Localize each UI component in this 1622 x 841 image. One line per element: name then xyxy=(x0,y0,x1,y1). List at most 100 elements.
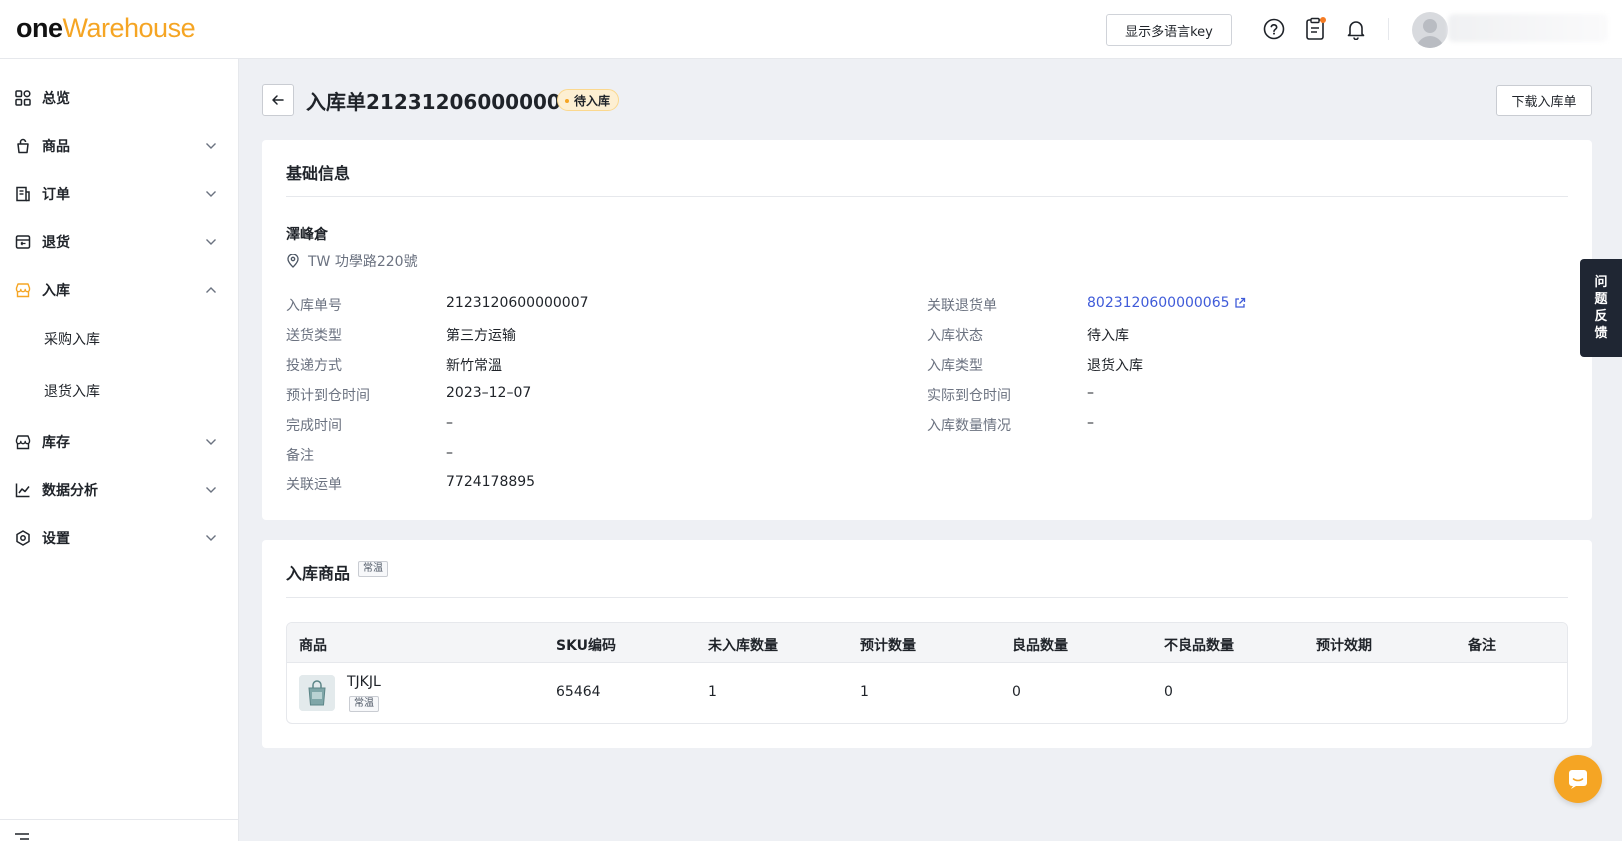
chevron-up-icon xyxy=(204,283,218,297)
basic-info-title: 基础信息 xyxy=(286,164,351,183)
sidebar-subitem-label: 退货入库 xyxy=(44,384,100,400)
warehouse-name: 澤峰倉 xyxy=(286,227,328,243)
receipt-icon xyxy=(14,185,32,203)
sidebar-item-inventory[interactable]: 库存 xyxy=(0,422,239,462)
sidebar-item-orders[interactable]: 订单 xyxy=(0,174,239,214)
sidebar-item-label: 商品 xyxy=(42,139,70,155)
app-logo[interactable]: oneWarehouse xyxy=(16,13,196,44)
show-lang-key-button[interactable]: 显示多语言key xyxy=(1106,14,1232,46)
field-value-expected-arrival: 2023–12–07 xyxy=(446,385,532,401)
temperature-tag: 常温 xyxy=(358,561,388,577)
user-avatar[interactable] xyxy=(1412,12,1448,48)
field-label-delivery-type: 送货类型 xyxy=(286,328,342,344)
chevron-down-icon xyxy=(204,235,218,249)
sidebar-subitem-return-inbound[interactable]: 退货入库 xyxy=(0,371,239,411)
basic-info-card: 基础信息 澤峰倉 TW 功學路220號 入库单号 212312060000000… xyxy=(262,140,1592,520)
field-label-related-return: 关联退货单 xyxy=(927,298,997,314)
feedback-char: 馈 xyxy=(1594,326,1608,341)
sidebar-item-label: 总览 xyxy=(42,91,70,107)
field-label-inbound-status: 入库状态 xyxy=(927,328,983,344)
chevron-down-icon xyxy=(204,187,218,201)
chevron-down-icon xyxy=(204,483,218,497)
sidebar-item-products[interactable]: 商品 xyxy=(0,126,239,166)
sidebar-item-inbound[interactable]: 入库 xyxy=(0,270,239,310)
column-header: 预计数量 xyxy=(860,638,916,654)
card-divider xyxy=(286,196,1568,197)
status-badge: 待入库 xyxy=(557,89,620,111)
location-pin-icon xyxy=(287,254,299,268)
table-header: 商品 SKU编码 未入库数量 预计数量 良品数量 不良品数量 预计效期 备注 xyxy=(287,623,1567,663)
settings-hexagon-icon xyxy=(14,529,32,547)
logo-one: one xyxy=(16,13,63,43)
sidebar-item-returns[interactable]: 退货 xyxy=(0,222,239,262)
field-label-shipping-method: 投递方式 xyxy=(286,358,342,374)
help-icon[interactable] xyxy=(1262,17,1286,41)
chevron-down-icon xyxy=(204,139,218,153)
related-return-link[interactable]: 8023120600000065 xyxy=(1087,295,1246,311)
field-value-inbound-type: 退货入库 xyxy=(1087,358,1143,374)
sidebar-subitem-purchase-inbound[interactable]: 采购入库 xyxy=(0,319,239,359)
sidebar-item-label: 退货 xyxy=(42,235,70,251)
download-inbound-button[interactable]: 下载入库单 xyxy=(1496,85,1592,116)
related-return-link-text: 8023120600000065 xyxy=(1087,295,1230,311)
cell-good: 0 xyxy=(1012,684,1021,700)
external-link-icon xyxy=(1234,297,1245,308)
feedback-tab[interactable]: 问 题 反 馈 xyxy=(1580,259,1622,357)
feedback-char: 题 xyxy=(1594,292,1608,307)
column-header: SKU编码 xyxy=(556,638,617,654)
feedback-char: 反 xyxy=(1594,309,1608,324)
sidebar-footer xyxy=(0,819,239,841)
sidebar: 总览 商品 订单 退货 入库 采购入库 退货入库 库存 数据分析 设置 xyxy=(0,59,239,841)
field-label-inbound-no: 入库单号 xyxy=(286,298,342,314)
sidebar-item-label: 设置 xyxy=(42,531,70,547)
field-value-tracking-no: 7724178895 xyxy=(446,474,536,490)
field-value-remark: – xyxy=(446,445,453,461)
column-header: 良品数量 xyxy=(1012,638,1068,654)
product-name: TJKJL xyxy=(347,674,381,690)
header-divider xyxy=(1388,18,1389,40)
collapse-menu-icon[interactable] xyxy=(14,832,30,841)
feedback-char: 问 xyxy=(1594,275,1608,290)
cell-defective: 0 xyxy=(1164,684,1173,700)
field-label-actual-arrival: 实际到仓时间 xyxy=(927,388,1011,404)
warehouse-address: TW 功學路220號 xyxy=(286,251,418,271)
field-value-shipping-method: 新竹常溫 xyxy=(446,358,502,374)
sidebar-item-label: 库存 xyxy=(42,435,70,451)
sidebar-item-overview[interactable]: 总览 xyxy=(0,78,239,118)
product-temperature-tag: 常温 xyxy=(349,696,379,712)
column-header: 商品 xyxy=(299,638,327,654)
warehouse-icon xyxy=(14,433,32,451)
back-button[interactable] xyxy=(262,84,294,116)
field-value-quantity-status: – xyxy=(1087,415,1094,431)
field-label-completed-time: 完成时间 xyxy=(286,418,342,434)
chevron-down-icon xyxy=(204,531,218,545)
dashboard-icon xyxy=(14,89,32,107)
field-label-tracking-no: 关联运单 xyxy=(286,477,342,493)
chat-button[interactable] xyxy=(1554,755,1602,803)
field-label-expected-arrival: 预计到仓时间 xyxy=(286,388,370,404)
field-value-inbound-status: 待入库 xyxy=(1087,328,1129,344)
return-box-icon xyxy=(14,233,32,251)
notification-bell-icon[interactable] xyxy=(1344,17,1368,41)
user-name-redacted xyxy=(1448,14,1608,42)
field-value-delivery-type: 第三方运输 xyxy=(446,328,516,344)
page-title: 入库单2123120600000007 xyxy=(306,90,589,114)
goods-title: 入库商品 xyxy=(286,564,351,583)
field-label-inbound-type: 入库类型 xyxy=(927,358,983,374)
field-value-completed-time: – xyxy=(446,415,453,431)
shopping-bag-icon xyxy=(14,137,32,155)
sidebar-item-settings[interactable]: 设置 xyxy=(0,518,239,558)
field-value-inbound-no: 2123120600000007 xyxy=(446,295,589,311)
field-value-actual-arrival: – xyxy=(1087,385,1094,401)
sidebar-item-analytics[interactable]: 数据分析 xyxy=(0,470,239,510)
task-list-icon[interactable] xyxy=(1303,17,1327,41)
top-header: oneWarehouse 显示多语言key xyxy=(0,0,1622,59)
sidebar-subitem-label: 采购入库 xyxy=(44,332,100,348)
cell-expected: 1 xyxy=(860,684,869,700)
card-divider xyxy=(286,597,1568,598)
goods-table: 商品 SKU编码 未入库数量 预计数量 良品数量 不良品数量 预计效期 备注 T… xyxy=(286,622,1568,724)
table-row: TJKJL 常温 65464 1 1 0 0 xyxy=(287,663,1567,723)
field-label-remark: 备注 xyxy=(286,448,314,464)
product-thumbnail[interactable] xyxy=(299,675,335,711)
cell-sku: 65464 xyxy=(556,684,601,700)
